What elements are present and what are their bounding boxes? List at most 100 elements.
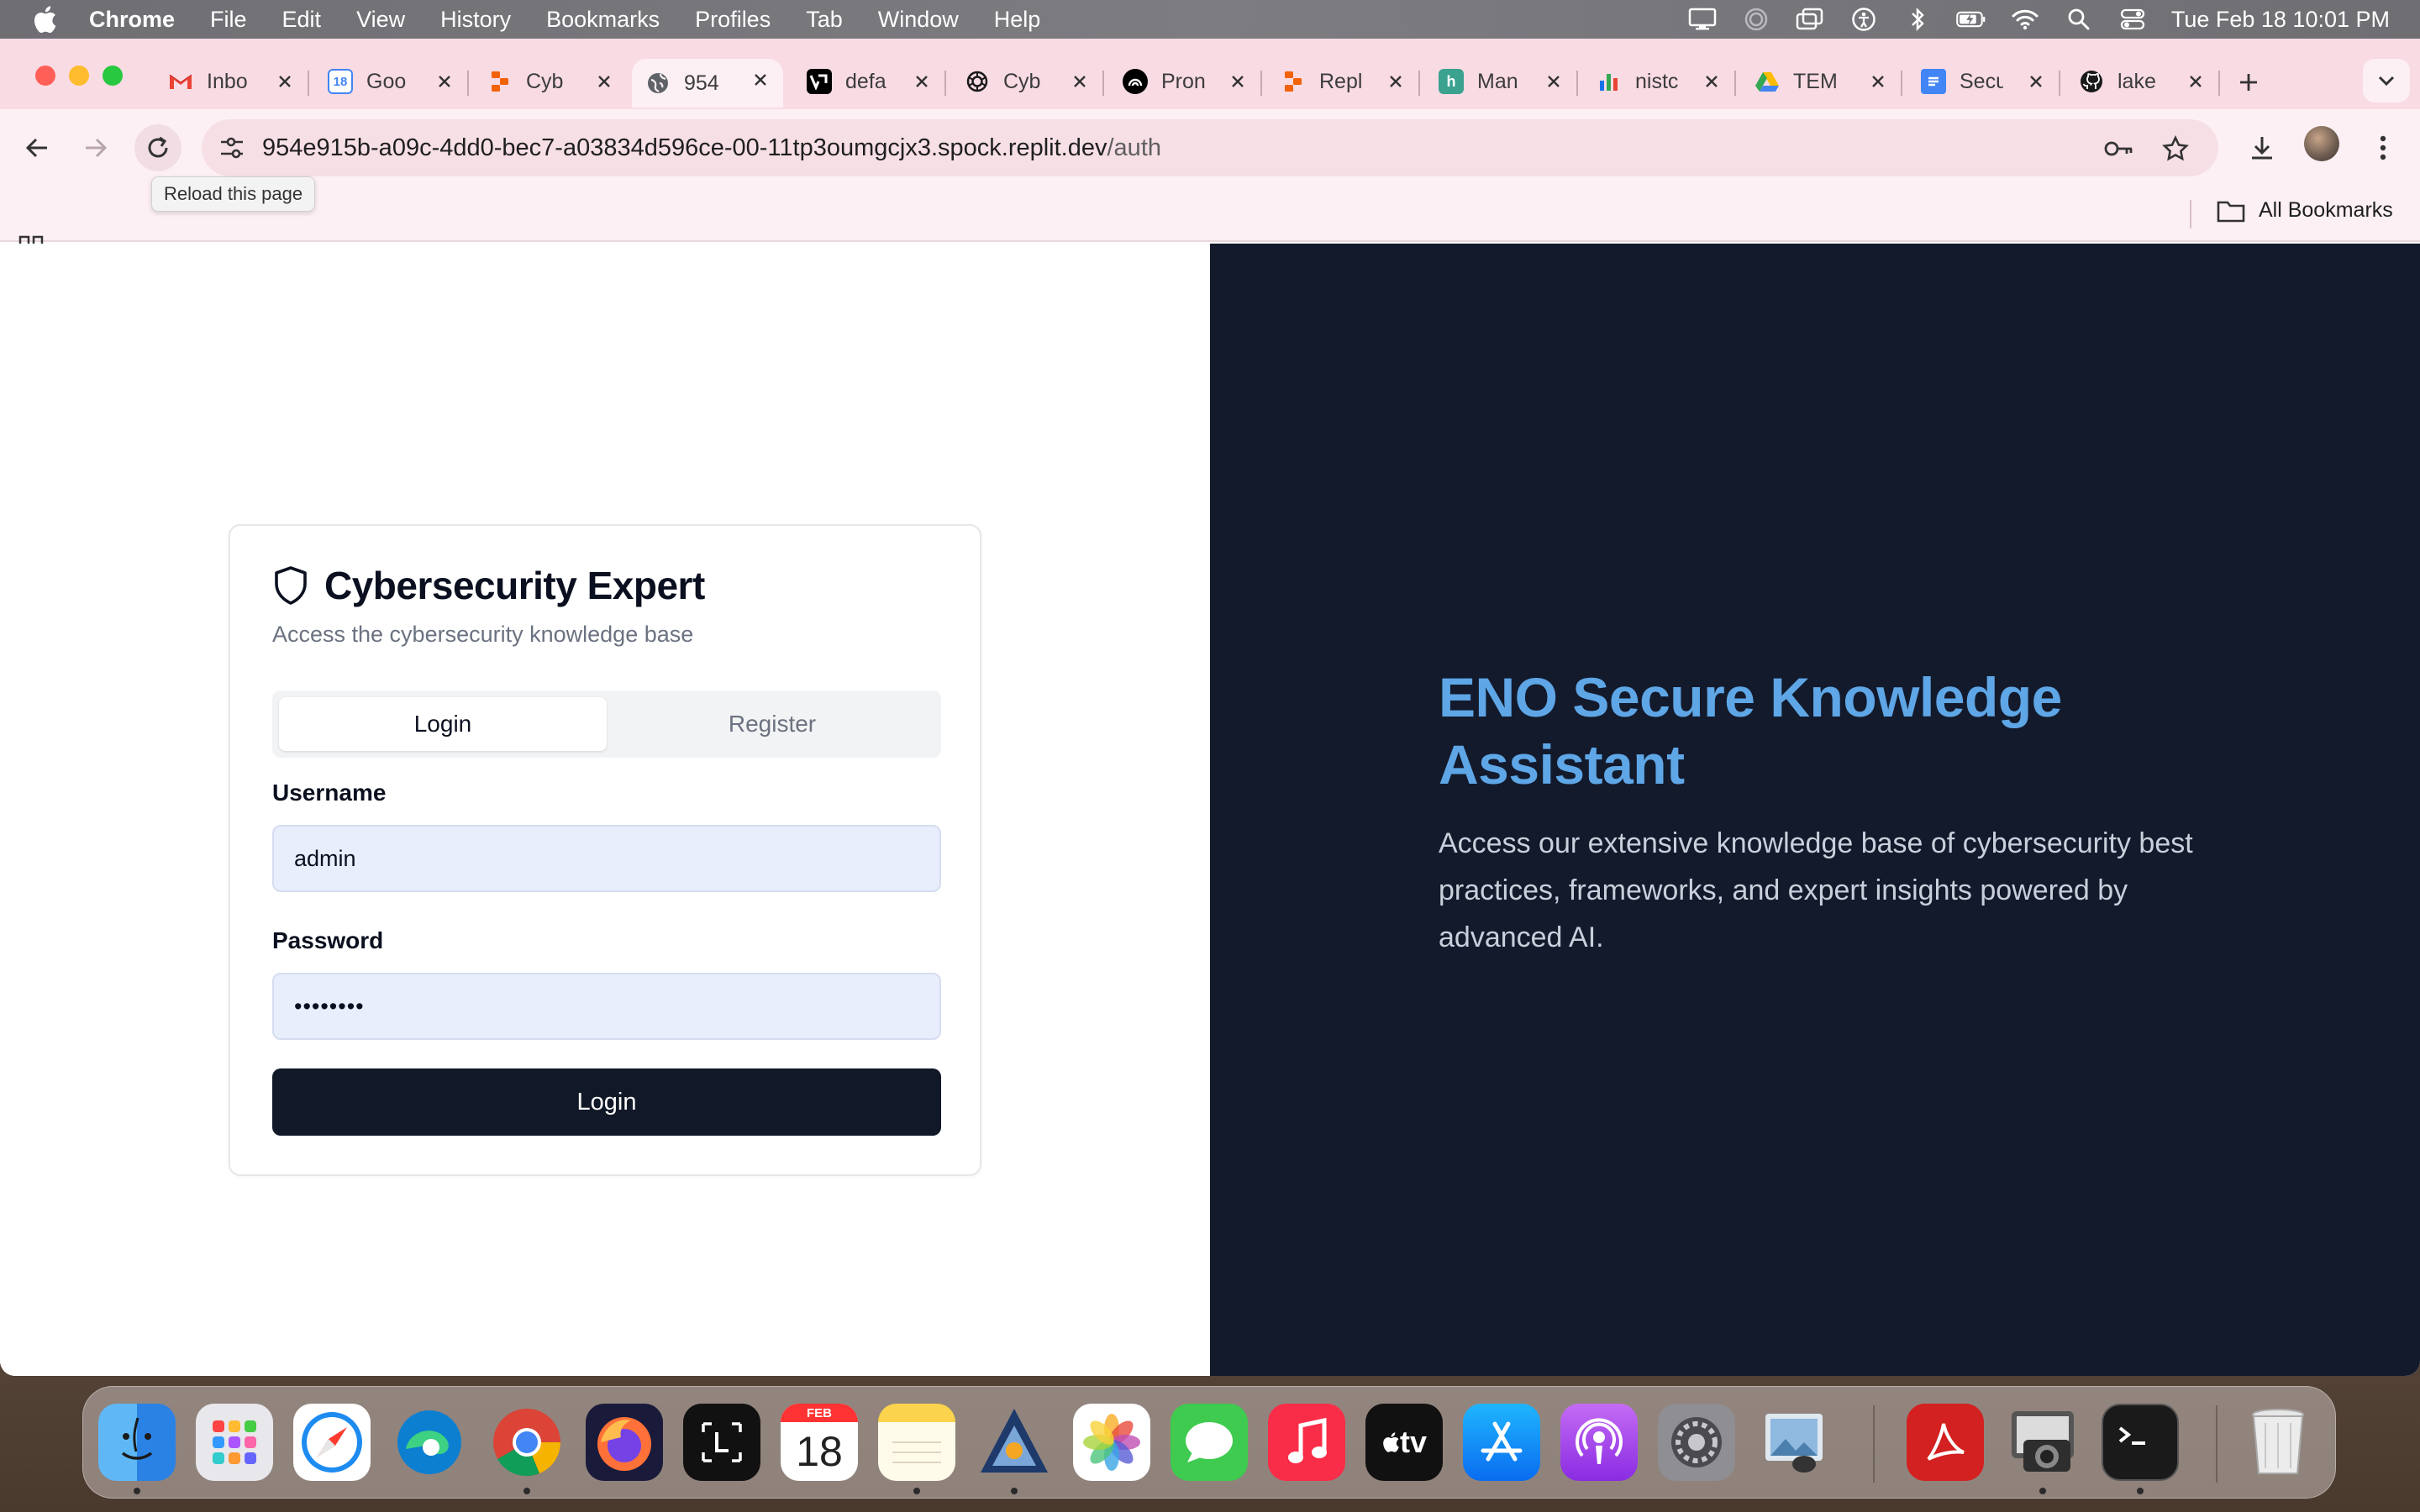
stage-manager-icon[interactable]: [1795, 7, 1825, 32]
close-tab-icon[interactable]: [2025, 71, 2047, 92]
menu-history[interactable]: History: [440, 7, 511, 33]
finder-icon[interactable]: [98, 1404, 176, 1481]
apple-menu-icon[interactable]: [32, 5, 64, 34]
battery-icon[interactable]: [1956, 7, 1986, 32]
tab-pron[interactable]: Pron: [1109, 60, 1260, 102]
password-key-icon[interactable]: [2101, 131, 2136, 166]
close-tab-icon[interactable]: [434, 71, 455, 92]
system-settings-icon[interactable]: [1658, 1404, 1735, 1481]
chrome-icon[interactable]: [488, 1404, 566, 1481]
auth-panel: Cybersecurity Expert Access the cybersec…: [0, 244, 1210, 1376]
podcasts-icon[interactable]: [1560, 1404, 1638, 1481]
control-center-icon[interactable]: [2118, 7, 2148, 32]
tab-login[interactable]: Login: [279, 697, 607, 751]
menu-profiles[interactable]: Profiles: [695, 7, 771, 33]
back-button[interactable]: [13, 124, 60, 171]
tab-replit[interactable]: Repl: [1267, 60, 1418, 102]
password-input[interactable]: ••••••••: [272, 973, 941, 1040]
app-store-icon[interactable]: [1463, 1404, 1540, 1481]
close-tab-icon[interactable]: [274, 71, 296, 92]
calendar-icon[interactable]: FEB 18: [781, 1404, 858, 1481]
wifi-icon[interactable]: [2010, 7, 2040, 32]
tab-title: Man: [1477, 69, 1518, 93]
notes-icon[interactable]: [878, 1404, 955, 1481]
login-button[interactable]: Login: [272, 1068, 941, 1136]
site-settings-icon[interactable]: [213, 129, 250, 166]
altair-icon[interactable]: [976, 1404, 1053, 1481]
image-capture-icon[interactable]: [2004, 1404, 2081, 1481]
tab-search-button[interactable]: [2363, 59, 2410, 102]
minimize-window-button[interactable]: [69, 66, 89, 86]
terminal-icon[interactable]: [2102, 1404, 2179, 1481]
close-tab-icon[interactable]: [593, 71, 615, 92]
bar-chart-icon: [1597, 69, 1622, 94]
tab-gmail[interactable]: Inbo: [155, 60, 308, 102]
tab-title: Inbo: [207, 69, 248, 93]
tab-google-docs[interactable]: Secu: [1907, 60, 2059, 102]
apple-tv-icon[interactable]: tv: [1365, 1404, 1443, 1481]
tab-github[interactable]: lake: [2065, 60, 2218, 102]
close-tab-icon[interactable]: [1543, 71, 1565, 92]
tab-replit-cyb[interactable]: Cyb: [474, 60, 627, 102]
close-tab-icon[interactable]: [1867, 71, 1889, 92]
profile-avatar[interactable]: [2304, 126, 2339, 161]
menu-app-name[interactable]: Chrome: [89, 7, 175, 33]
edge-icon[interactable]: [391, 1404, 468, 1481]
tab-man[interactable]: h Man: [1425, 60, 1576, 102]
address-bar[interactable]: 954e915b-a09c-4dd0-bec7-a03834d596ce-00-…: [202, 119, 2218, 176]
username-input[interactable]: admin: [272, 825, 941, 892]
firefox-icon[interactable]: [586, 1404, 663, 1481]
menu-window[interactable]: Window: [878, 7, 959, 33]
close-tab-icon[interactable]: [2185, 71, 2207, 92]
close-tab-icon[interactable]: [1069, 71, 1091, 92]
chrome-menu-icon[interactable]: [2360, 124, 2407, 171]
tab-google-calendar[interactable]: 18 Goo: [314, 60, 467, 102]
tab-register[interactable]: Register: [608, 697, 936, 751]
forward-button[interactable]: [72, 124, 119, 171]
music-icon[interactable]: [1268, 1404, 1345, 1481]
menu-edit[interactable]: Edit: [282, 7, 322, 33]
hero-title: ENO Secure Knowledge Assistant: [1439, 666, 2062, 795]
menu-clock[interactable]: Tue Feb 18 10:01 PM: [2171, 7, 2390, 33]
acrobat-icon[interactable]: [1907, 1404, 1984, 1481]
close-window-button[interactable]: [35, 66, 55, 86]
maximize-window-button[interactable]: [103, 66, 123, 86]
menu-bookmarks[interactable]: Bookmarks: [546, 7, 660, 33]
menu-view[interactable]: View: [356, 7, 405, 33]
menu-tab[interactable]: Tab: [806, 7, 843, 33]
airdrop-icon[interactable]: [1741, 7, 1771, 32]
bluetooth-icon[interactable]: [1902, 7, 1933, 32]
tab-nist[interactable]: nistc: [1583, 60, 1734, 102]
globe-icon: [645, 71, 671, 96]
downloads-icon[interactable]: [2238, 124, 2286, 171]
display-icon[interactable]: [1687, 7, 1718, 32]
accessibility-icon[interactable]: [1849, 7, 1879, 32]
close-tab-icon[interactable]: [1227, 71, 1249, 92]
tab-title: TEM: [1793, 69, 1837, 93]
photos-icon[interactable]: [1073, 1404, 1150, 1481]
tab-v0-default[interactable]: defa: [793, 60, 944, 102]
close-tab-icon[interactable]: [1385, 71, 1407, 92]
new-tab-button[interactable]: [2230, 64, 2267, 101]
close-tab-icon[interactable]: [911, 71, 933, 92]
reload-button[interactable]: [134, 124, 182, 171]
menu-help[interactable]: Help: [994, 7, 1041, 33]
menu-file[interactable]: File: [210, 7, 247, 33]
tab-title: defa: [845, 69, 886, 93]
all-bookmarks-button[interactable]: All Bookmarks: [2217, 198, 2393, 223]
calendar-day: 18: [796, 1428, 843, 1475]
preview-icon[interactable]: [1755, 1404, 1833, 1481]
tab-active-auth[interactable]: 954: [632, 59, 783, 108]
safari-icon[interactable]: [293, 1404, 371, 1481]
close-tab-icon[interactable]: [1701, 71, 1723, 92]
messages-icon[interactable]: [1171, 1404, 1248, 1481]
close-tab-icon[interactable]: [750, 69, 771, 91]
trash-icon[interactable]: [2239, 1404, 2317, 1481]
tab-chatgpt-cyb[interactable]: Cyb: [951, 60, 1102, 102]
bookmark-star-icon[interactable]: [2158, 131, 2193, 166]
launchpad-icon[interactable]: [196, 1404, 273, 1481]
tab-google-drive[interactable]: TEM: [1741, 60, 1901, 102]
address-url[interactable]: 954e915b-a09c-4dd0-bec7-a03834d596ce-00-…: [262, 134, 1161, 162]
spotlight-search-icon[interactable]: [2064, 7, 2094, 32]
lasso-icon[interactable]: [683, 1404, 760, 1481]
